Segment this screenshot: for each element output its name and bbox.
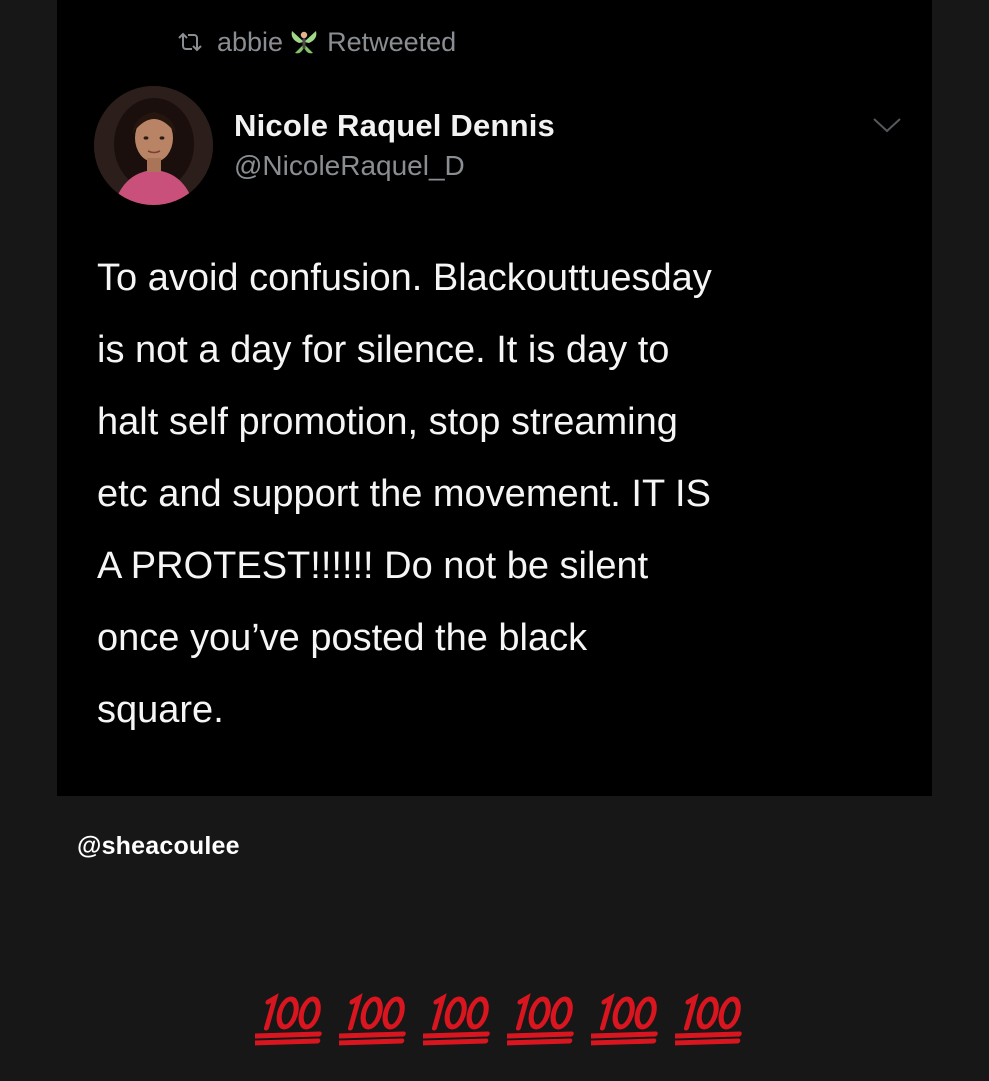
story-screen: abbie Retweeted Nicole Raquel Dennis @Ni… [0,0,989,1081]
retweeted-label: Retweeted [327,26,457,57]
hundred-points-icon [255,988,327,1048]
tweet-card[interactable]: abbie Retweeted Nicole Raquel Dennis @Ni… [57,0,932,796]
fairy-icon [287,25,321,59]
hundred-points-icon [339,988,411,1048]
author-name[interactable]: Nicole Raquel Dennis [234,108,555,144]
retweet-icon [175,27,205,57]
retweeter-name[interactable]: abbie [217,27,283,58]
avatar[interactable] [94,86,213,205]
hundred-points-icon [507,988,579,1048]
author-handle[interactable]: @NicoleRaquel_D [234,150,465,182]
emoji-row [255,988,759,1048]
tweet-text: To avoid confusion. Blackouttuesday is n… [97,257,712,731]
mention-tag[interactable]: @sheacoulee [77,832,240,861]
hundred-points-icon [423,988,495,1048]
chevron-down-icon[interactable] [870,113,904,137]
hundred-points-icon [591,988,663,1048]
hundred-points-icon [675,988,747,1048]
retweet-context[interactable]: abbie Retweeted [175,22,456,62]
